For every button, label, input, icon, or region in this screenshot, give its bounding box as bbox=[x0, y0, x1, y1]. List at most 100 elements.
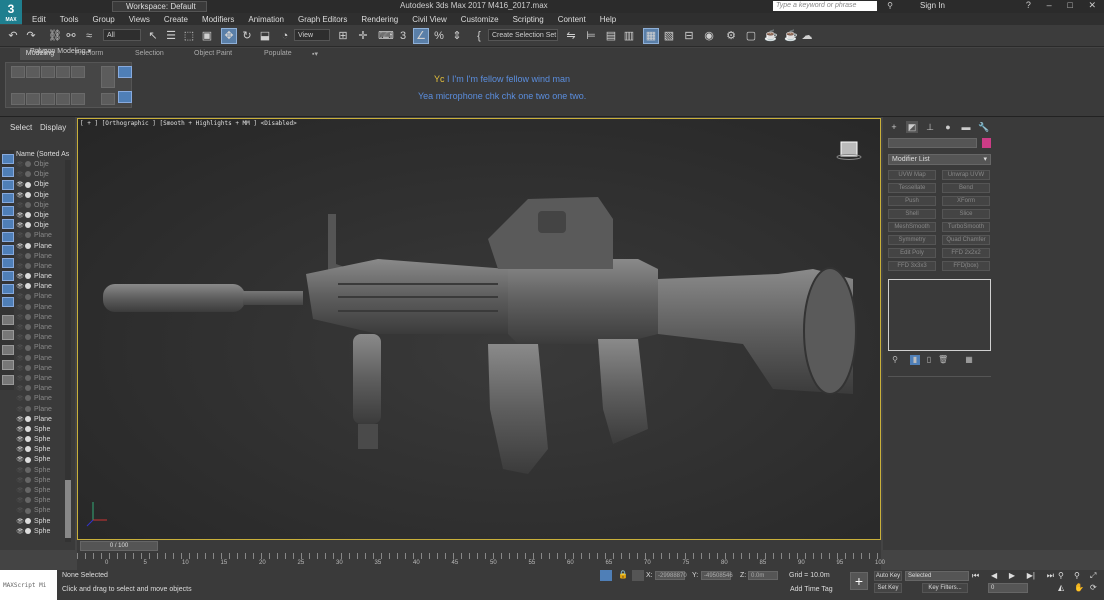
visibility-eye-icon[interactable]: 👁 bbox=[15, 455, 25, 465]
visibility-eye-icon[interactable]: 👁 bbox=[15, 292, 25, 302]
list-item[interactable]: 👁 Plane bbox=[15, 282, 72, 292]
material-editor-icon[interactable]: ◉ bbox=[702, 29, 716, 43]
list-item[interactable]: 👁 Plane bbox=[15, 415, 72, 425]
list-item[interactable]: 👁 Sphe bbox=[15, 486, 72, 496]
visibility-eye-icon[interactable]: 👁 bbox=[15, 415, 25, 425]
modifier-button[interactable]: FFD 3x3x3 bbox=[888, 261, 936, 271]
list-item[interactable]: 👁 Plane bbox=[15, 343, 72, 353]
filter-icon[interactable] bbox=[2, 206, 14, 216]
visibility-eye-icon[interactable]: 👁 bbox=[15, 445, 25, 455]
list-item[interactable]: 👁 Plane bbox=[15, 323, 72, 333]
visibility-eye-icon[interactable]: 👁 bbox=[15, 211, 25, 221]
angle-snap-icon[interactable]: ∠ bbox=[413, 28, 429, 44]
render-cloud-icon[interactable]: ☁ bbox=[800, 29, 814, 43]
remove-modifier-icon[interactable]: 🗑 bbox=[938, 355, 948, 365]
visibility-eye-icon[interactable]: 👁 bbox=[15, 180, 25, 190]
menu-graph-editors[interactable]: Graph Editors bbox=[298, 15, 347, 24]
viewcube[interactable] bbox=[836, 140, 862, 160]
menu-create[interactable]: Create bbox=[164, 15, 188, 24]
display-tab-icon[interactable]: ▬ bbox=[960, 121, 972, 133]
toggle-ribbon-icon[interactable]: ▦ bbox=[643, 28, 659, 44]
filter-icon[interactable] bbox=[2, 232, 14, 242]
select-object-icon[interactable]: ↖ bbox=[146, 29, 160, 43]
z-coordinate-field[interactable]: 0.0m bbox=[748, 571, 778, 580]
modifier-stack[interactable] bbox=[888, 279, 991, 351]
filter-icon[interactable] bbox=[2, 245, 14, 255]
search-icon[interactable]: ⚲ bbox=[884, 1, 896, 11]
list-item[interactable]: 👁 Plane bbox=[15, 394, 72, 404]
modifier-button[interactable]: FFD 2x2x2 bbox=[942, 248, 990, 258]
visibility-eye-icon[interactable]: 👁 bbox=[15, 354, 25, 364]
visibility-eye-icon[interactable]: 👁 bbox=[15, 231, 25, 241]
poly-tool-icon[interactable] bbox=[56, 66, 70, 78]
modify-tab-icon[interactable]: ◩ bbox=[906, 121, 918, 133]
tab-object-paint[interactable]: Object Paint bbox=[194, 50, 232, 57]
list-item[interactable]: 👁 Sphe bbox=[15, 506, 72, 516]
poly-tool-icon[interactable] bbox=[71, 93, 85, 105]
filter-icon[interactable] bbox=[2, 219, 14, 229]
pan-icon[interactable]: ✋ bbox=[1074, 583, 1084, 592]
poly-tool-icon[interactable] bbox=[118, 91, 132, 103]
visibility-eye-icon[interactable]: 👁 bbox=[15, 394, 25, 404]
auto-key-button[interactable]: Auto Key bbox=[874, 571, 902, 581]
place-icon[interactable]: ◔ bbox=[278, 29, 292, 43]
visibility-eye-icon[interactable]: 👁 bbox=[15, 425, 25, 435]
undo-icon[interactable]: ↶ bbox=[6, 29, 20, 43]
modifier-button[interactable]: Tessellate bbox=[888, 183, 936, 193]
modifier-button[interactable]: TurboSmooth bbox=[942, 222, 990, 232]
poly-tool-icon[interactable] bbox=[56, 93, 70, 105]
visibility-eye-icon[interactable]: 👁 bbox=[15, 364, 25, 374]
create-tab-icon[interactable]: + bbox=[888, 121, 900, 133]
tab-populate[interactable]: Populate bbox=[264, 50, 292, 57]
modifier-button[interactable]: Slice bbox=[942, 209, 990, 219]
snaps-toggle-icon[interactable]: 3 bbox=[396, 29, 410, 43]
modifier-button[interactable]: UVW Map bbox=[888, 170, 936, 180]
filter-icon[interactable] bbox=[2, 154, 14, 164]
minimize-icon[interactable]: – bbox=[1047, 0, 1052, 13]
render-setup-icon[interactable]: ⚙ bbox=[724, 29, 738, 43]
list-item[interactable]: 👁 Obje bbox=[15, 201, 72, 211]
tab-selection[interactable]: Selection bbox=[135, 50, 164, 57]
make-unique-icon[interactable]: ▯ bbox=[924, 355, 934, 365]
list-item[interactable]: 👁 Sphe bbox=[15, 466, 72, 476]
list-item[interactable]: 👁 Plane bbox=[15, 303, 72, 313]
list-item[interactable]: 👁 Plane bbox=[15, 384, 72, 394]
list-item[interactable]: 👁 Sphe bbox=[15, 476, 72, 486]
filter-icon[interactable] bbox=[2, 180, 14, 190]
menu-rendering[interactable]: Rendering bbox=[361, 15, 398, 24]
field-of-view-icon[interactable]: ◭ bbox=[1058, 583, 1064, 592]
menu-tools[interactable]: Tools bbox=[60, 15, 79, 24]
name-column-header[interactable]: Name (Sorted As bbox=[16, 151, 69, 158]
polygon-modeling-label[interactable]: Polygon Modeling ▾ bbox=[30, 47, 91, 55]
funnel-icon[interactable] bbox=[2, 360, 14, 370]
poly-tool-icon[interactable] bbox=[26, 66, 40, 78]
modifier-list-dropdown[interactable]: Modifier List ▾ bbox=[888, 154, 991, 165]
list-item[interactable]: 👁 Obje bbox=[15, 191, 72, 201]
render-production-icon[interactable]: ☕ bbox=[764, 29, 778, 43]
poly-tool-icon[interactable] bbox=[26, 93, 40, 105]
visibility-eye-icon[interactable]: 👁 bbox=[15, 517, 25, 527]
key-filters-button[interactable]: Key Filters... bbox=[922, 583, 968, 593]
list-item[interactable]: 👁 Obje bbox=[15, 170, 72, 180]
menu-edit[interactable]: Edit bbox=[32, 15, 46, 24]
list-item[interactable]: 👁 Obje bbox=[15, 211, 72, 221]
visibility-eye-icon[interactable]: 👁 bbox=[15, 221, 25, 231]
window-crossing-icon[interactable]: ▣ bbox=[200, 29, 214, 43]
render-iterative-icon[interactable]: ☕ bbox=[784, 29, 798, 43]
mirror-icon[interactable]: ⇋ bbox=[564, 29, 578, 43]
hierarchy-tab-icon[interactable]: ⊥ bbox=[924, 121, 936, 133]
modifier-button[interactable]: XForm bbox=[942, 196, 990, 206]
pin-stack-icon[interactable]: ⚲ bbox=[890, 355, 900, 365]
previous-frame-icon[interactable]: ◀ bbox=[991, 571, 997, 581]
named-selection-set-dropdown[interactable]: Create Selection Set bbox=[488, 29, 558, 41]
y-coordinate-field[interactable]: -49508546 bbox=[701, 571, 733, 580]
list-item[interactable]: 👁 Sphe bbox=[15, 527, 72, 537]
toggle-scene-explorer-icon[interactable]: ▤ bbox=[604, 29, 618, 43]
modifier-button[interactable]: Unwrap UVW bbox=[942, 170, 990, 180]
set-key-button[interactable]: Set Key bbox=[874, 583, 902, 593]
visibility-eye-icon[interactable]: 👁 bbox=[15, 191, 25, 201]
select-move-icon[interactable]: ✥ bbox=[221, 28, 237, 44]
sign-in-link[interactable]: Sign In bbox=[920, 1, 945, 10]
list-item[interactable]: 👁 Plane bbox=[15, 364, 72, 374]
visibility-eye-icon[interactable]: 👁 bbox=[15, 272, 25, 282]
